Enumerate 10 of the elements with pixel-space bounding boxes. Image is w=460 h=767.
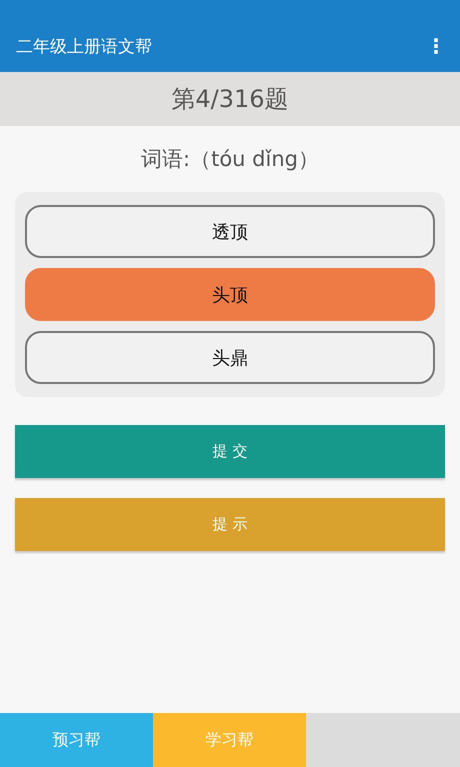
answer-option[interactable]: 透顶	[25, 205, 435, 258]
app-title: 二年级上册语文帮	[16, 36, 152, 58]
menu-button[interactable]: ⋮	[424, 34, 448, 58]
answer-option[interactable]: 头鼎	[25, 331, 435, 384]
question-counter: 第4/316题	[171, 84, 289, 115]
answer-option[interactable]: 头顶	[25, 268, 435, 321]
submit-button[interactable]: 提 交	[15, 425, 445, 478]
question-text: 词语:（tóu dǐng）	[141, 146, 319, 173]
nav-tab[interactable]: 预习帮	[0, 713, 153, 767]
hint-button[interactable]: 提 示	[15, 498, 445, 551]
